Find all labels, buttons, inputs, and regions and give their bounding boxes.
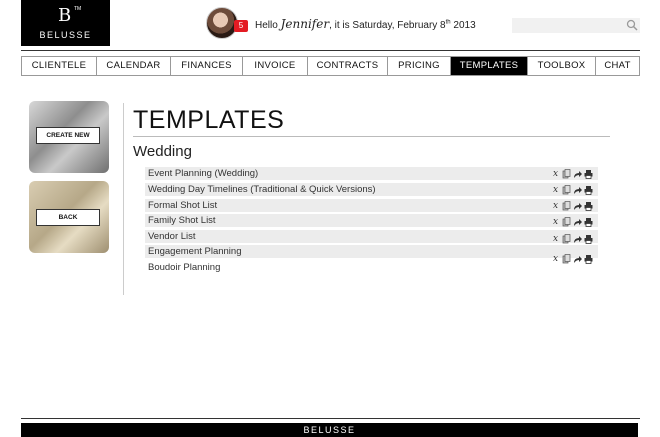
logo-trademark: TM [74,6,82,12]
main-nav: CLIENTELE CALENDAR FINANCES INVOICE CONT… [21,56,640,76]
notification-badge[interactable]: 5 [234,20,248,32]
tab-invoice[interactable]: INVOICE [243,57,308,75]
row-actions: x [551,253,593,265]
print-icon[interactable] [584,217,593,227]
row-actions: x [551,184,593,196]
share-arrow-icon[interactable] [573,234,582,244]
delete-x-icon[interactable]: x [551,254,560,264]
footer-divider [21,418,640,419]
tab-finances[interactable]: FINANCES [171,57,243,75]
page-title: TEMPLATES [133,106,285,134]
row-actions: x [551,168,593,180]
template-item[interactable]: Boudoir Planning [145,261,598,274]
template-item[interactable]: Vendor List [145,230,598,243]
template-item[interactable]: Wedding Day Timelines (Traditional & Qui… [145,183,598,196]
back-button[interactable]: BACK [36,209,100,226]
print-icon[interactable] [584,185,593,195]
current-date: Saturday, February 8 [352,20,446,31]
row-actions: x [551,233,593,245]
tab-templates[interactable]: TEMPLATES [451,57,528,75]
delete-x-icon[interactable]: x [551,217,560,227]
copy-icon[interactable] [562,185,571,195]
greeting-prefix: Hello [255,20,278,31]
content-divider [123,103,124,295]
tab-contracts[interactable]: CONTRACTS [308,57,388,75]
delete-x-icon[interactable]: x [551,185,560,195]
print-icon[interactable] [584,254,593,264]
logo-wordmark: BELUSSE [39,30,92,40]
title-divider [133,136,610,137]
user-name: Jennifer [280,17,330,31]
tab-toolbox[interactable]: TOOLBOX [528,57,596,75]
greeting-mid: , it is [329,20,350,31]
copy-icon[interactable] [562,217,571,227]
share-arrow-icon[interactable] [573,185,582,195]
row-actions: x [551,216,593,228]
copy-icon[interactable] [562,169,571,179]
copy-icon[interactable] [562,234,571,244]
template-item[interactable]: Family Shot List [145,214,598,227]
row-actions: x [551,200,593,212]
tab-pricing[interactable]: PRICING [388,57,451,75]
delete-x-icon[interactable]: x [551,169,560,179]
greeting-text: Hello Jennifer, it is Saturday, February… [255,17,476,31]
date-suffix: th [445,19,451,26]
share-arrow-icon[interactable] [573,201,582,211]
tab-clientele[interactable]: CLIENTELE [22,57,97,75]
tab-calendar[interactable]: CALENDAR [97,57,171,75]
logo-mark: B [58,5,72,26]
create-new-button[interactable]: CREATE NEW [36,127,100,144]
print-icon[interactable] [584,169,593,179]
copy-icon[interactable] [562,254,571,264]
current-year: 2013 [453,20,476,31]
brand-logo[interactable]: B TM BELUSSE [21,0,110,46]
create-new-card[interactable]: CREATE NEW [29,101,109,173]
delete-x-icon[interactable]: x [551,201,560,211]
share-arrow-icon[interactable] [573,169,582,179]
delete-x-icon[interactable]: x [551,234,560,244]
copy-icon[interactable] [562,201,571,211]
template-item[interactable]: Formal Shot List [145,199,598,212]
template-item[interactable]: Event Planning (Wedding) [145,167,598,180]
share-arrow-icon[interactable] [573,217,582,227]
print-icon[interactable] [584,201,593,211]
footer-brand: BELUSSE [21,423,638,437]
share-arrow-icon[interactable] [573,254,582,264]
search-icon[interactable] [626,19,638,31]
tab-chat[interactable]: CHAT [596,57,639,75]
print-icon[interactable] [584,234,593,244]
back-card[interactable]: BACK [29,181,109,253]
template-item[interactable]: Engagement Planning [145,245,598,258]
search-input[interactable] [512,18,640,33]
header-divider [21,50,640,51]
section-title: Wedding [133,143,192,160]
